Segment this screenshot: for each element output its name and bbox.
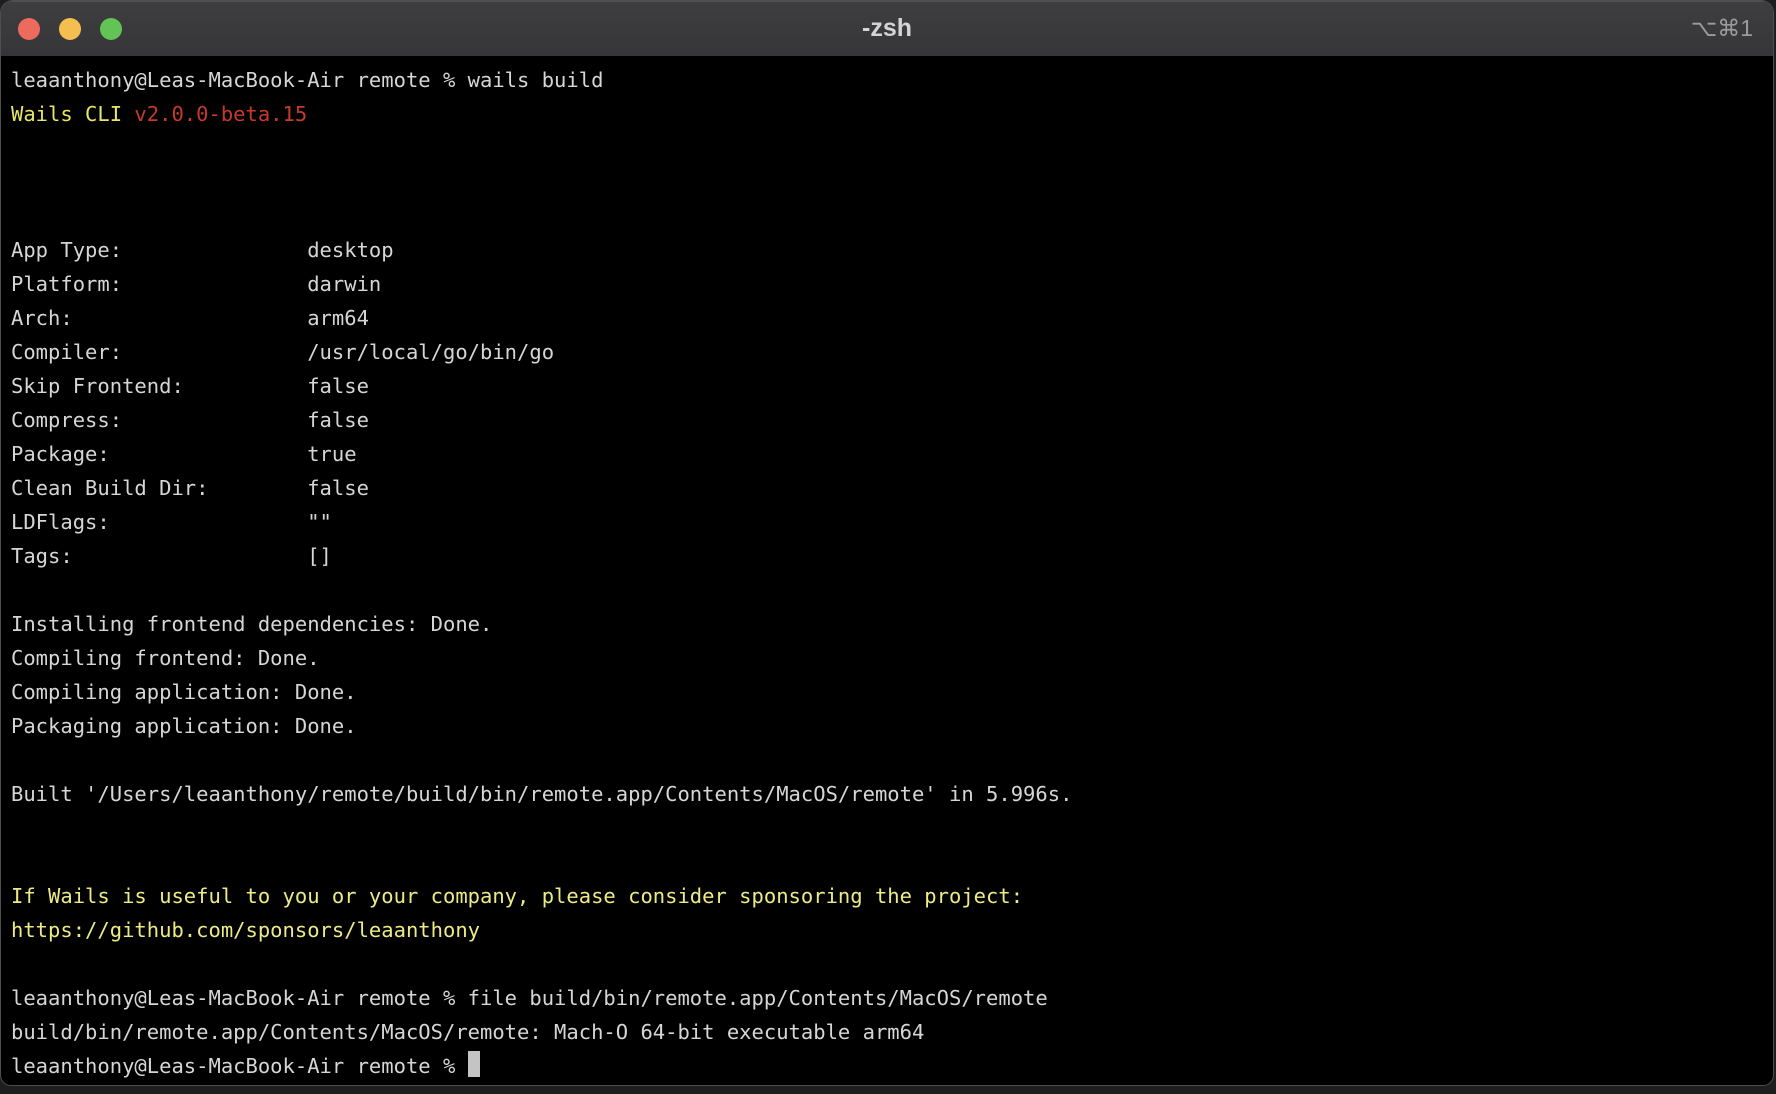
terminal-line: Compiling frontend: Done. (11, 641, 1763, 675)
terminal-line: leaanthony@Leas-MacBook-Air remote % fil… (11, 981, 1763, 1015)
terminal-text: Compress: false (11, 408, 369, 432)
terminal-line: Compiling application: Done. (11, 675, 1763, 709)
minimize-button[interactable] (59, 18, 81, 40)
terminal-line: Installing frontend dependencies: Done. (11, 607, 1763, 641)
terminal-text: Installing frontend dependencies: Done. (11, 612, 492, 636)
terminal-line (11, 743, 1763, 777)
terminal-line: Packaging application: Done. (11, 709, 1763, 743)
terminal-line: Wails CLI v2.0.0-beta.15 (11, 97, 1763, 131)
terminal-line: build/bin/remote.app/Contents/MacOS/remo… (11, 1015, 1763, 1049)
terminal-line: Compiler: /usr/local/go/bin/go (11, 335, 1763, 369)
terminal-text: leaanthony@Leas-MacBook-Air remote % wai… (11, 68, 603, 92)
terminal-text: Tags: [] (11, 544, 332, 568)
terminal-line: Clean Build Dir: false (11, 471, 1763, 505)
sponsor-url[interactable]: https://github.com/sponsors/leaanthony (11, 918, 480, 942)
terminal-line: Compress: false (11, 403, 1763, 437)
terminal-line: App Type: desktop (11, 233, 1763, 267)
terminal-line (11, 131, 1763, 165)
terminal-text: leaanthony@Leas-MacBook-Air remote % (11, 1054, 468, 1078)
terminal-line: LDFlags: "" (11, 505, 1763, 539)
terminal-line: leaanthony@Leas-MacBook-Air remote % (11, 1049, 1763, 1083)
terminal-line (11, 845, 1763, 879)
terminal-text: Compiling application: Done. (11, 680, 357, 704)
terminal-text: Platform: darwin (11, 272, 381, 296)
terminal-text: Package: true (11, 442, 357, 466)
terminal-text: Clean Build Dir: false (11, 476, 369, 500)
terminal-text: leaanthony@Leas-MacBook-Air remote % fil… (11, 986, 1048, 1010)
terminal-text: LDFlags: "" (11, 510, 332, 534)
terminal-line (11, 165, 1763, 199)
close-button[interactable] (18, 18, 40, 40)
window-title: -zsh (1, 14, 1773, 43)
terminal-line (11, 811, 1763, 845)
terminal-text: Packaging application: Done. (11, 714, 357, 738)
terminal-line (11, 199, 1763, 233)
terminal-line (11, 947, 1763, 981)
terminal-line: Built '/Users/leaanthony/remote/build/bi… (11, 777, 1763, 811)
terminal-text: v2.0.0-beta.15 (134, 102, 307, 126)
terminal-line: Platform: darwin (11, 267, 1763, 301)
traffic-lights (1, 18, 122, 40)
window-shortcut-badge: ⌥⌘1 (1691, 15, 1753, 42)
terminal-line: Arch: arm64 (11, 301, 1763, 335)
terminal-window: -zsh ⌥⌘1 leaanthony@Leas-MacBook-Air rem… (0, 0, 1774, 1086)
terminal-cursor (468, 1051, 480, 1077)
terminal-line (11, 573, 1763, 607)
terminal-line: Package: true (11, 437, 1763, 471)
terminal-line: leaanthony@Leas-MacBook-Air remote % wai… (11, 63, 1763, 97)
terminal-text: build/bin/remote.app/Contents/MacOS/remo… (11, 1020, 924, 1044)
terminal-line: https://github.com/sponsors/leaanthony (11, 913, 1763, 947)
terminal-text: Built '/Users/leaanthony/remote/build/bi… (11, 782, 1072, 806)
terminal-line: If Wails is useful to you or your compan… (11, 879, 1763, 913)
terminal-output[interactable]: leaanthony@Leas-MacBook-Air remote % wai… (1, 57, 1773, 1083)
terminal-text: Arch: arm64 (11, 306, 369, 330)
terminal-text: If Wails is useful to you or your compan… (11, 884, 1023, 908)
terminal-text: Compiler: /usr/local/go/bin/go (11, 340, 554, 364)
terminal-text: Compiling frontend: Done. (11, 646, 320, 670)
terminal-text: Wails CLI (11, 102, 134, 126)
zoom-button[interactable] (100, 18, 122, 40)
terminal-line: Skip Frontend: false (11, 369, 1763, 403)
title-bar[interactable]: -zsh ⌥⌘1 (1, 1, 1773, 57)
terminal-text: App Type: desktop (11, 238, 394, 262)
terminal-text: Skip Frontend: false (11, 374, 369, 398)
terminal-line: Tags: [] (11, 539, 1763, 573)
